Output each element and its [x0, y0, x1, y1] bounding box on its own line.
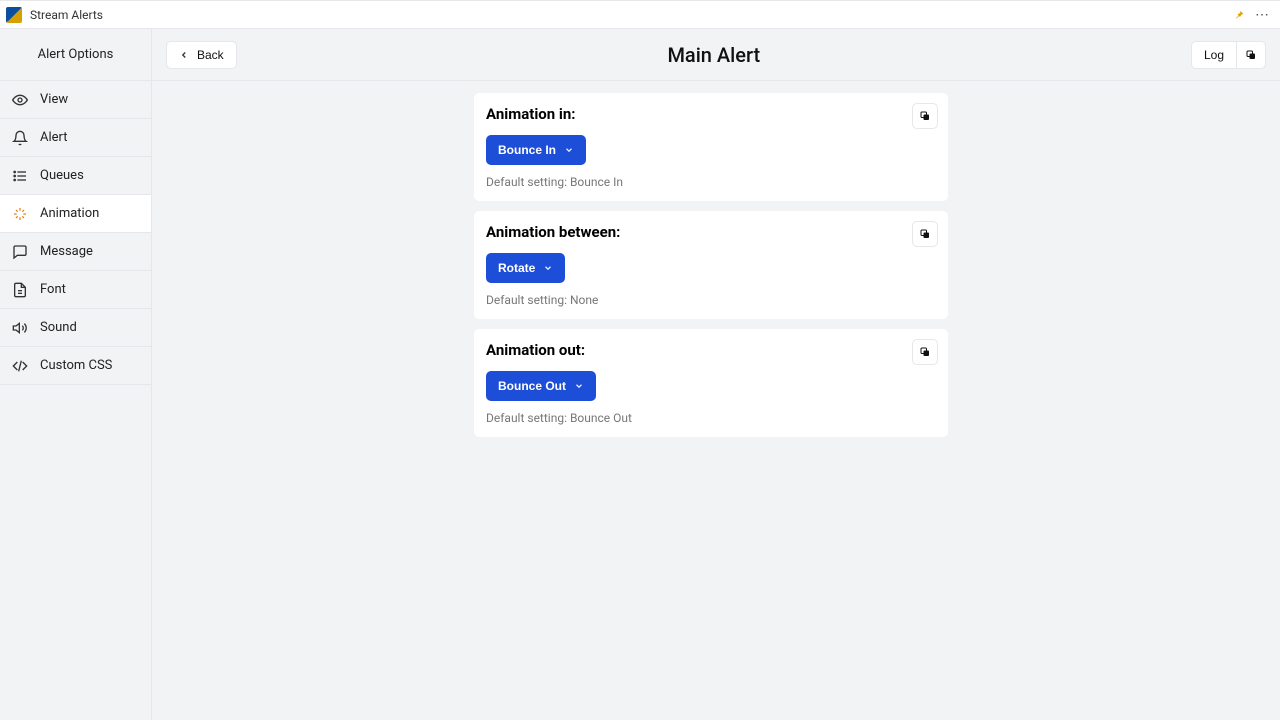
- card-animation-out: Animation out: Bounce Out Default settin…: [474, 329, 948, 437]
- card-hint: Default setting: Bounce Out: [486, 411, 936, 425]
- sidebar-title: Alert Options: [0, 29, 151, 81]
- sidebar-item-label: View: [40, 92, 68, 107]
- main-header: Back Main Alert Log: [152, 29, 1280, 81]
- sidebar: Alert Options View Alert Queues Animatio…: [0, 29, 152, 720]
- card-animation-between: Animation between: Rotate Default settin…: [474, 211, 948, 319]
- sidebar-item-label: Message: [40, 244, 93, 259]
- card-title: Animation in:: [486, 105, 936, 123]
- copy-icon: [919, 110, 931, 122]
- chevron-down-icon: [574, 381, 584, 391]
- message-icon: [12, 244, 28, 260]
- copy-icon: [919, 228, 931, 240]
- animation-between-dropdown[interactable]: Rotate: [486, 253, 565, 283]
- sidebar-item-font[interactable]: Font: [0, 271, 151, 309]
- dropdown-value: Bounce In: [498, 143, 556, 157]
- more-icon[interactable]: ⋯: [1251, 7, 1274, 23]
- chevron-down-icon: [543, 263, 553, 273]
- card-copy-button[interactable]: [912, 103, 938, 129]
- card-hint: Default setting: None: [486, 293, 936, 307]
- back-label: Back: [197, 48, 224, 62]
- card-copy-button[interactable]: [912, 339, 938, 365]
- card-animation-in: Animation in: Bounce In Default setting:…: [474, 93, 948, 201]
- card-copy-button[interactable]: [912, 221, 938, 247]
- dropdown-value: Rotate: [498, 261, 535, 275]
- sidebar-item-label: Sound: [40, 320, 77, 335]
- titlebar: Stream Alerts ⋯: [0, 1, 1280, 29]
- sidebar-item-label: Custom CSS: [40, 358, 112, 373]
- bell-icon: [12, 130, 28, 146]
- sidebar-item-label: Font: [40, 282, 66, 297]
- sidebar-item-message[interactable]: Message: [0, 233, 151, 271]
- sidebar-item-label: Animation: [40, 206, 99, 221]
- card-title: Animation out:: [486, 341, 936, 359]
- card-hint: Default setting: Bounce In: [486, 175, 936, 189]
- sidebar-item-css[interactable]: Custom CSS: [0, 347, 151, 385]
- page-title: Main Alert: [237, 43, 1191, 67]
- code-icon: [12, 358, 28, 374]
- eye-icon: [12, 92, 28, 108]
- sidebar-item-view[interactable]: View: [0, 81, 151, 119]
- sidebar-item-alert[interactable]: Alert: [0, 119, 151, 157]
- sidebar-item-animation[interactable]: Animation: [0, 195, 151, 233]
- content: Animation in: Bounce In Default setting:…: [142, 81, 1280, 720]
- sound-icon: [12, 320, 28, 336]
- pin-icon[interactable]: [1233, 9, 1245, 21]
- header-copy-button[interactable]: [1237, 41, 1266, 69]
- list-icon: [12, 168, 28, 184]
- app-icon: [6, 7, 22, 23]
- sidebar-item-sound[interactable]: Sound: [0, 309, 151, 347]
- back-button[interactable]: Back: [166, 41, 237, 69]
- sidebar-item-label: Alert: [40, 130, 68, 145]
- animation-in-dropdown[interactable]: Bounce In: [486, 135, 586, 165]
- log-label: Log: [1204, 48, 1224, 62]
- sparkle-icon: [12, 206, 28, 222]
- file-icon: [12, 282, 28, 298]
- app-name: Stream Alerts: [30, 8, 103, 22]
- chevron-down-icon: [564, 145, 574, 155]
- dropdown-value: Bounce Out: [498, 379, 566, 393]
- card-title: Animation between:: [486, 223, 936, 241]
- sidebar-item-queues[interactable]: Queues: [0, 157, 151, 195]
- animation-out-dropdown[interactable]: Bounce Out: [486, 371, 596, 401]
- copy-icon: [919, 346, 931, 358]
- chevron-left-icon: [179, 50, 189, 60]
- sidebar-item-label: Queues: [40, 168, 84, 183]
- copy-icon: [1245, 49, 1257, 61]
- log-button[interactable]: Log: [1191, 41, 1237, 69]
